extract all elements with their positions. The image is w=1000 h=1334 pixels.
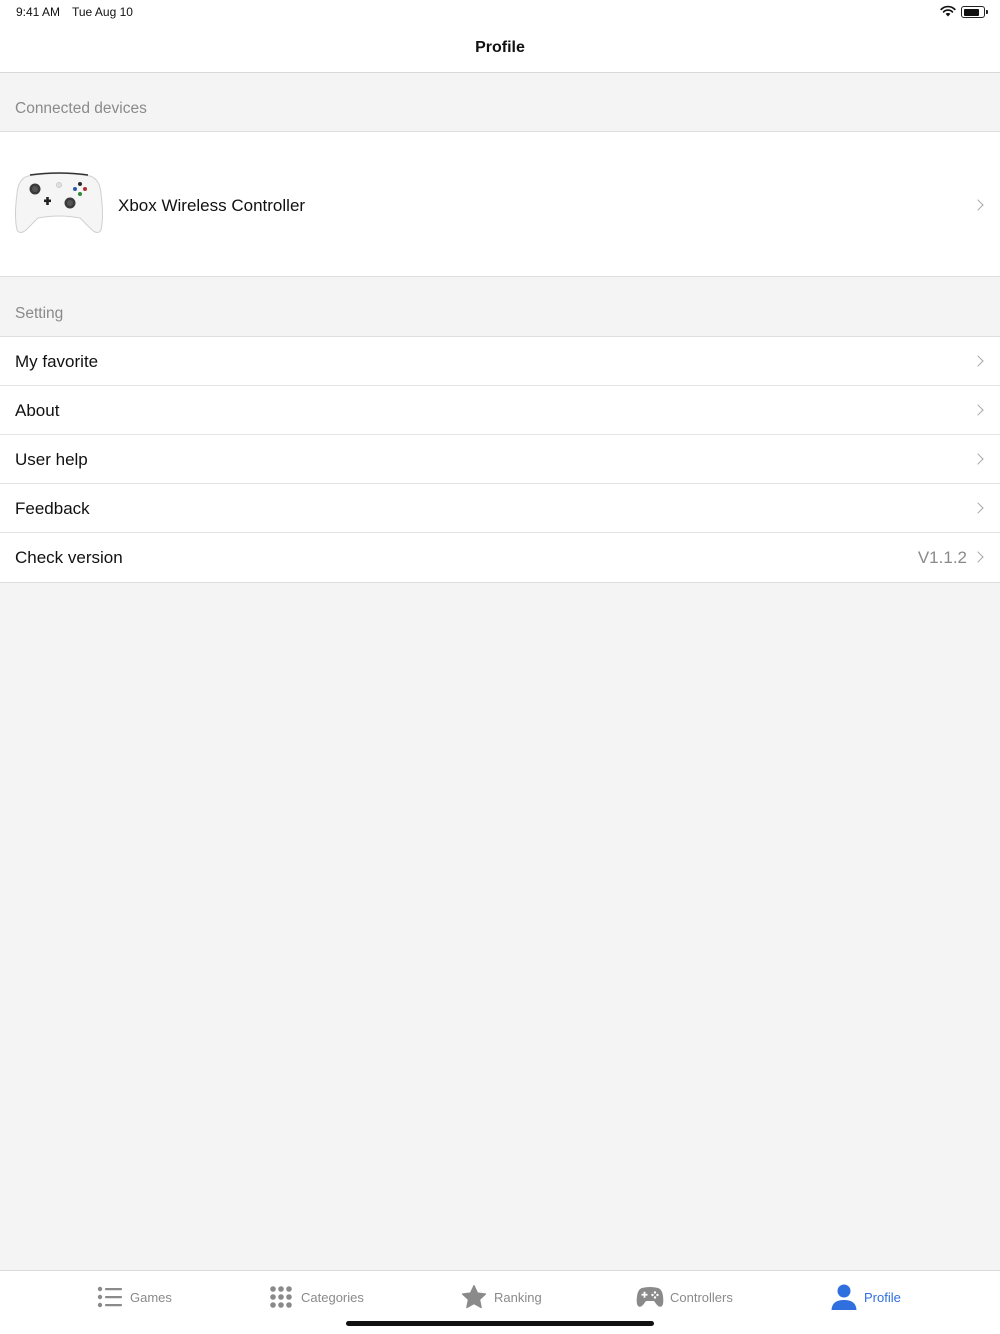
chevron-right-icon [972, 355, 984, 367]
tab-categories[interactable]: Categories [267, 1271, 364, 1323]
tab-label: Profile [864, 1289, 901, 1305]
settings-item-check-version[interactable]: Check version V1.1.2 [0, 533, 1000, 582]
chevron-right-icon [972, 404, 984, 416]
tab-label: Games [130, 1289, 172, 1305]
version-value: V1.1.2 [917, 548, 967, 567]
chevron-right-icon [972, 453, 984, 465]
person-icon [830, 1283, 858, 1311]
chevron-right-icon [972, 199, 984, 211]
tab-ranking[interactable]: Ranking [460, 1271, 542, 1323]
settings-item-about[interactable]: About [0, 386, 1000, 435]
battery-icon [961, 6, 988, 18]
chevron-right-icon [972, 551, 984, 563]
tab-controllers[interactable]: Controllers [636, 1271, 733, 1323]
grid-icon [267, 1283, 295, 1311]
chevron-right-icon [972, 502, 984, 514]
tab-profile[interactable]: Profile [830, 1271, 901, 1323]
home-indicator[interactable] [346, 1321, 654, 1326]
tab-label: Categories [301, 1289, 364, 1305]
navigation-bar: Profile [0, 26, 1000, 73]
xbox-controller-image [15, 172, 103, 233]
status-date: Tue Aug 10 [72, 5, 133, 19]
status-bar: 9:41 AM Tue Aug 10 [0, 0, 1000, 26]
setting-header: Setting [0, 277, 1000, 336]
settings-item-user-help[interactable]: User help [0, 435, 1000, 484]
device-row-xbox-controller[interactable]: Xbox Wireless Controller [0, 131, 1000, 277]
page-title: Profile [475, 39, 525, 56]
star-icon [460, 1283, 488, 1311]
settings-item-feedback[interactable]: Feedback [0, 484, 1000, 533]
settings-item-label: About [15, 401, 60, 420]
settings-item-label: Check version [15, 548, 123, 567]
device-name: Xbox Wireless Controller [118, 196, 306, 215]
status-time: 9:41 AM [16, 5, 61, 19]
list-icon [96, 1283, 124, 1311]
connected-devices-header-label: Connected devices [15, 100, 147, 117]
settings-list: My favorite About User help Feedback Che… [0, 336, 1000, 583]
settings-item-my-favorite[interactable]: My favorite [0, 337, 1000, 386]
tab-label: Ranking [494, 1289, 542, 1305]
setting-header-label: Setting [15, 305, 64, 322]
settings-item-label: Feedback [15, 499, 90, 518]
wifi-icon [940, 5, 956, 20]
tab-games[interactable]: Games [96, 1271, 172, 1323]
settings-item-label: User help [15, 450, 88, 469]
gamepad-icon [636, 1283, 664, 1311]
settings-item-label: My favorite [15, 352, 99, 371]
tab-label: Controllers [670, 1289, 733, 1305]
connected-devices-header: Connected devices [0, 73, 1000, 131]
